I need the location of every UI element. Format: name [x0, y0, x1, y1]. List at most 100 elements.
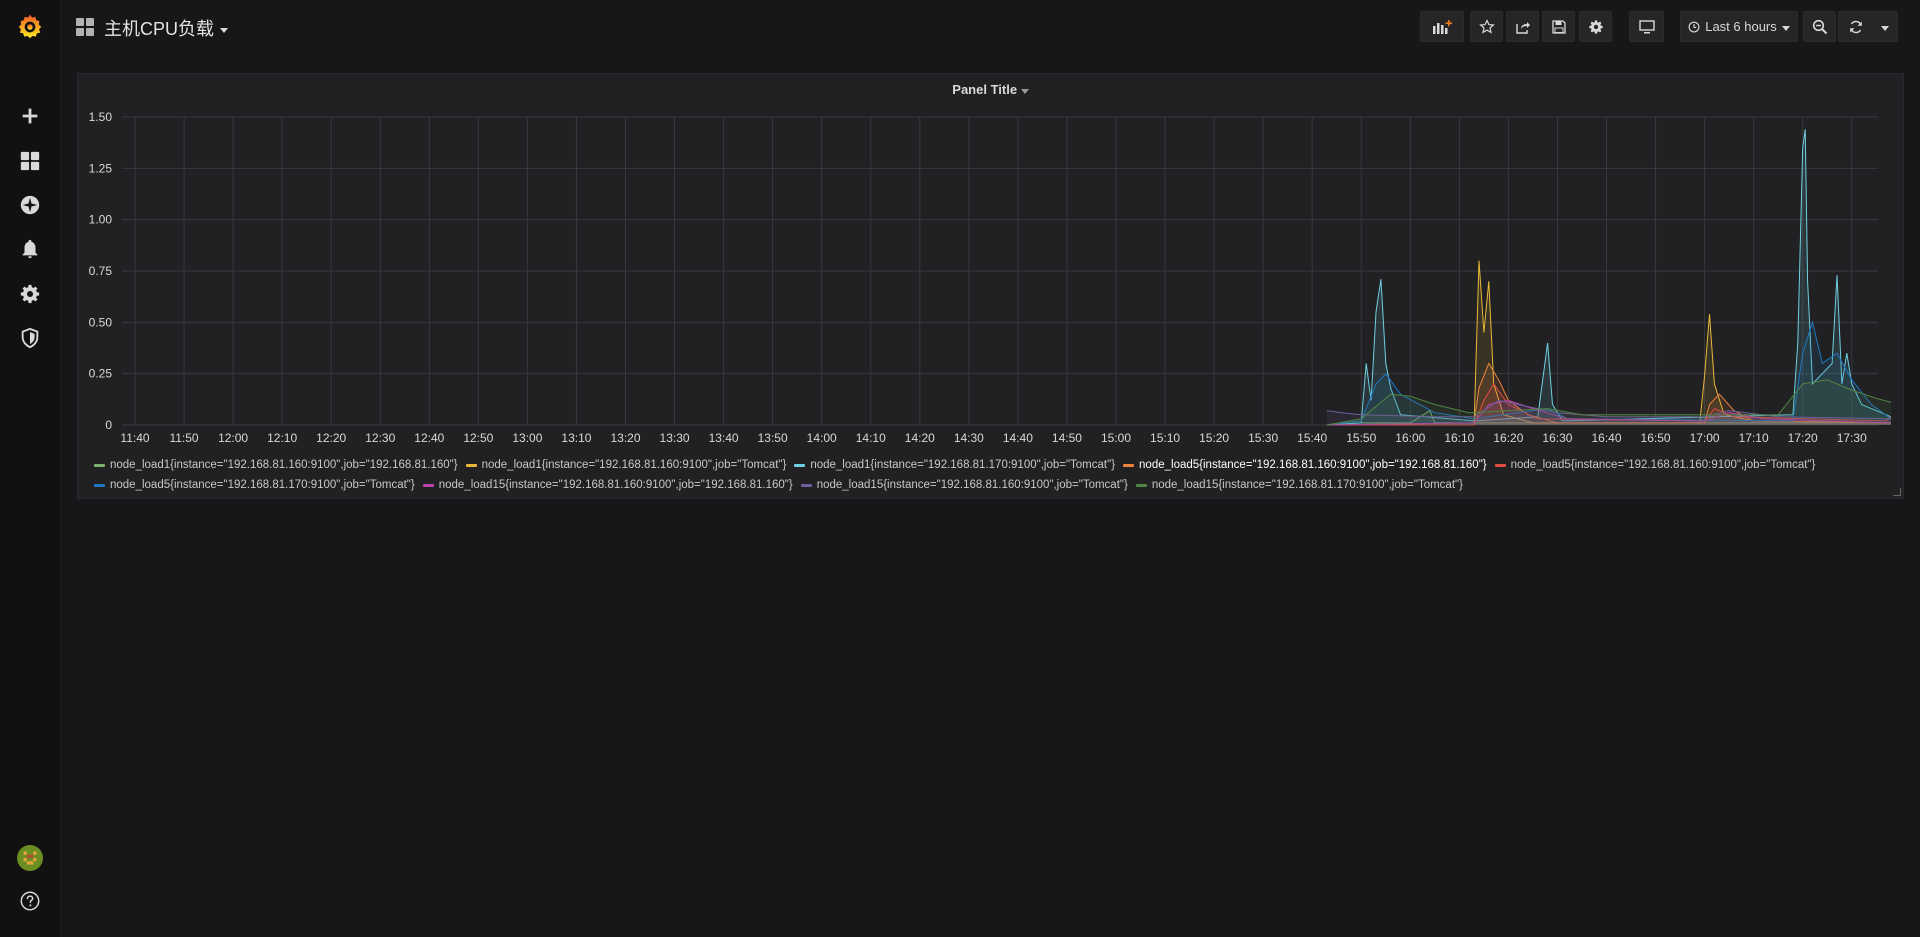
x-tick-label: 16:40: [1591, 431, 1621, 444]
legend-swatch: [794, 464, 806, 467]
grafana-logo[interactable]: [0, 7, 60, 47]
add-panel-button[interactable]: [1420, 11, 1464, 42]
x-tick-label: 17:00: [1690, 431, 1720, 444]
legend-item[interactable]: node_load5{instance="192.168.81.160:9100…: [1494, 456, 1815, 475]
x-tick-label: 16:50: [1641, 431, 1671, 444]
legend-label: node_load15{instance="192.168.81.170:910…: [1151, 479, 1463, 491]
x-tick-label: 14:30: [954, 431, 984, 444]
legend-swatch: [1494, 464, 1506, 467]
x-tick-label: 15:40: [1297, 431, 1327, 444]
x-tick-label: 13:00: [512, 431, 542, 444]
x-tick-label: 12:10: [267, 431, 297, 444]
x-tick-label: 17:30: [1837, 431, 1867, 444]
x-tick-label: 17:20: [1788, 431, 1818, 444]
y-tick-label: 1.00: [89, 213, 113, 227]
create-button[interactable]: [0, 96, 60, 136]
legend-item[interactable]: node_load15{instance="192.168.81.160:910…: [800, 476, 1128, 495]
y-tick-label: 0.50: [89, 315, 113, 329]
zoom-out-button[interactable]: [1803, 11, 1836, 42]
explore-button[interactable]: [0, 185, 60, 225]
y-tick-label: 0.25: [89, 367, 113, 381]
x-tick-label: 15:20: [1199, 431, 1229, 444]
y-axis: 0 0.25 0.50 0.75 1.00 1.25 1.50: [89, 110, 113, 432]
chart-grid: [122, 116, 1878, 426]
x-tick-label: 14:10: [856, 431, 886, 444]
x-tick-label: 14:20: [905, 431, 935, 444]
shield-icon: [21, 327, 39, 349]
x-tick-label: 16:20: [1493, 431, 1523, 444]
x-tick-label: 15:00: [1101, 431, 1131, 444]
x-tick-label: 16:10: [1444, 431, 1474, 444]
star-button[interactable]: [1470, 11, 1503, 42]
y-tick-label: 1.50: [89, 110, 113, 124]
dashboards-button[interactable]: [0, 141, 60, 181]
share-icon: [1515, 21, 1530, 34]
alerting-button[interactable]: [0, 229, 60, 269]
legend-swatch: [465, 464, 477, 467]
chart-legend: node_load1{instance="192.168.81.160:9100…: [94, 455, 1893, 495]
legend-label: node_load5{instance="192.168.81.160:9100…: [1139, 459, 1487, 471]
x-tick-label: 15:30: [1248, 431, 1278, 444]
time-range-picker[interactable]: Last 6 hours: [1680, 11, 1798, 42]
series-area: [1326, 379, 1891, 425]
legend-item[interactable]: node_load1{instance="192.168.81.160:9100…: [465, 456, 786, 475]
dashboard-settings-button[interactable]: [1579, 11, 1612, 42]
time-series-chart[interactable]: 0 0.25 0.50 0.75 1.00 1.25 1.50 11:40 11:50 12:0…: [78, 74, 1903, 444]
x-tick-label: 14:40: [1003, 431, 1033, 444]
legend-item[interactable]: node_load1{instance="192.168.81.170:9100…: [794, 456, 1115, 475]
legend-swatch: [1123, 464, 1135, 467]
dashboard-title[interactable]: 主机CPU负载: [104, 15, 229, 41]
profile-button[interactable]: [0, 838, 60, 878]
dashboard-title-text: 主机CPU负载: [104, 19, 215, 39]
gear-icon: [1588, 19, 1603, 34]
x-tick-label: 13:50: [758, 431, 788, 444]
compass-icon: [20, 195, 40, 215]
legend-label: node_load1{instance="192.168.81.160:9100…: [110, 459, 458, 471]
y-tick-label: 0: [105, 418, 112, 432]
legend-label: node_load15{instance="192.168.81.160:910…: [438, 479, 793, 491]
save-icon: [1551, 19, 1566, 34]
x-tick-label: 13:10: [561, 431, 591, 444]
x-tick-label: 11:40: [120, 431, 149, 444]
legend-item[interactable]: node_load5{instance="192.168.81.160:9100…: [1123, 456, 1487, 475]
x-tick-label: 17:10: [1739, 431, 1769, 444]
question-icon: [20, 891, 40, 911]
x-tick-label: 12:40: [414, 431, 444, 444]
bell-icon: [22, 239, 38, 259]
panel-resize-handle[interactable]: [1893, 488, 1901, 496]
graph-panel: Panel Title 0 0.25 0.50 0.75 1.00 1.25 1.50 11…: [77, 73, 1904, 499]
legend-item[interactable]: node_load1{instance="192.168.81.160:9100…: [94, 456, 458, 475]
share-button[interactable]: [1506, 11, 1539, 42]
legend-label: node_load1{instance="192.168.81.170:9100…: [810, 459, 1116, 471]
legend-item[interactable]: node_load15{instance="192.168.81.170:910…: [1135, 476, 1463, 495]
save-button[interactable]: [1542, 11, 1575, 42]
y-tick-label: 1.25: [89, 161, 113, 175]
legend-label: node_load15{instance="192.168.81.160:910…: [816, 479, 1128, 491]
tv-mode-button[interactable]: [1629, 11, 1664, 42]
server-admin-button[interactable]: [0, 318, 60, 358]
help-button[interactable]: [0, 881, 60, 921]
avatar: [17, 845, 43, 871]
zoom-out-icon: [1812, 19, 1827, 34]
refresh-button[interactable]: [1838, 11, 1898, 42]
legend-item[interactable]: node_load5{instance="192.168.81.170:9100…: [94, 476, 415, 495]
legend-swatch: [94, 484, 105, 487]
configuration-button[interactable]: [0, 274, 60, 314]
sidebar: [0, 0, 61, 937]
time-range-label: Last 6 hours: [1705, 19, 1777, 34]
legend-swatch: [1135, 484, 1147, 487]
x-tick-label: 12:30: [365, 431, 395, 444]
x-tick-label: 14:50: [1052, 431, 1082, 444]
chevron-down-icon: [1880, 26, 1889, 31]
x-tick-label: 15:10: [1150, 431, 1180, 444]
x-tick-label: 12:20: [316, 431, 346, 444]
x-tick-label: 16:00: [1395, 431, 1425, 444]
x-tick-label: 12:00: [218, 431, 248, 444]
dashboard-grid-icon: [76, 18, 94, 36]
x-tick-label: 13:40: [709, 431, 739, 444]
legend-swatch: [94, 464, 105, 467]
legend-item[interactable]: node_load15{instance="192.168.81.160:910…: [422, 476, 793, 495]
star-icon: [1478, 18, 1495, 34]
legend-swatch: [422, 484, 434, 487]
add-panel-icon: [1433, 19, 1452, 34]
